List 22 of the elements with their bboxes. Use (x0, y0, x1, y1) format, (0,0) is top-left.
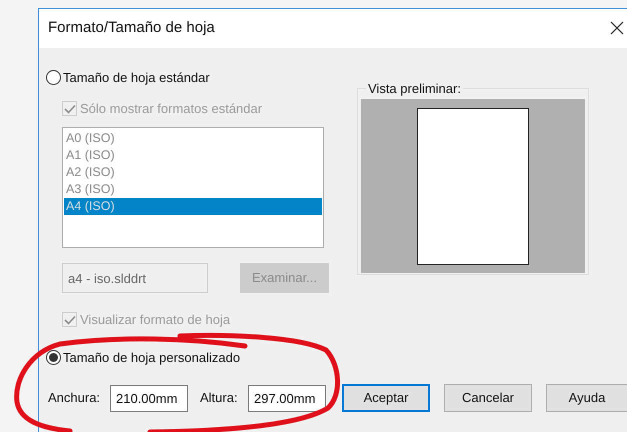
window-title: Formato/Tamaño de hoja (48, 18, 215, 38)
radio-button[interactable] (46, 350, 61, 365)
field-label: Anchura: (48, 389, 102, 408)
radio-label: Tamaño de hoja personalizado (63, 348, 240, 367)
radio-label: Tamaño de hoja estándar (63, 68, 210, 87)
width-field[interactable]: 210.00mm (110, 384, 188, 412)
dialog-button[interactable]: Ayuda (546, 384, 627, 412)
radio-button[interactable] (46, 70, 61, 85)
dialog-button[interactable]: Aceptar (342, 384, 430, 412)
list-item[interactable]: A2 (ISO) (64, 164, 322, 181)
dialog-button[interactable]: Cancelar (444, 384, 532, 412)
list-item[interactable]: A3 (ISO) (64, 181, 322, 198)
group-title: Vista preliminar: (367, 80, 462, 98)
checkbox-label: Sólo mostrar formatos estándar (80, 100, 262, 118)
list-item[interactable]: A1 (ISO) (64, 147, 322, 164)
list-item[interactable]: A4 (ISO) (64, 198, 322, 215)
field-label: Altura: (200, 389, 239, 408)
height-field[interactable]: 297.00mm (248, 384, 326, 412)
list-item[interactable]: A0 (ISO) (64, 130, 322, 147)
checkbox-label: Visualizar formato de hoja (80, 310, 230, 329)
close-icon[interactable] (610, 21, 624, 35)
format-list[interactable]: A0 (ISO) A1 (ISO) A2 (ISO) A3 (ISO) A4 (ISO) (62, 127, 324, 248)
